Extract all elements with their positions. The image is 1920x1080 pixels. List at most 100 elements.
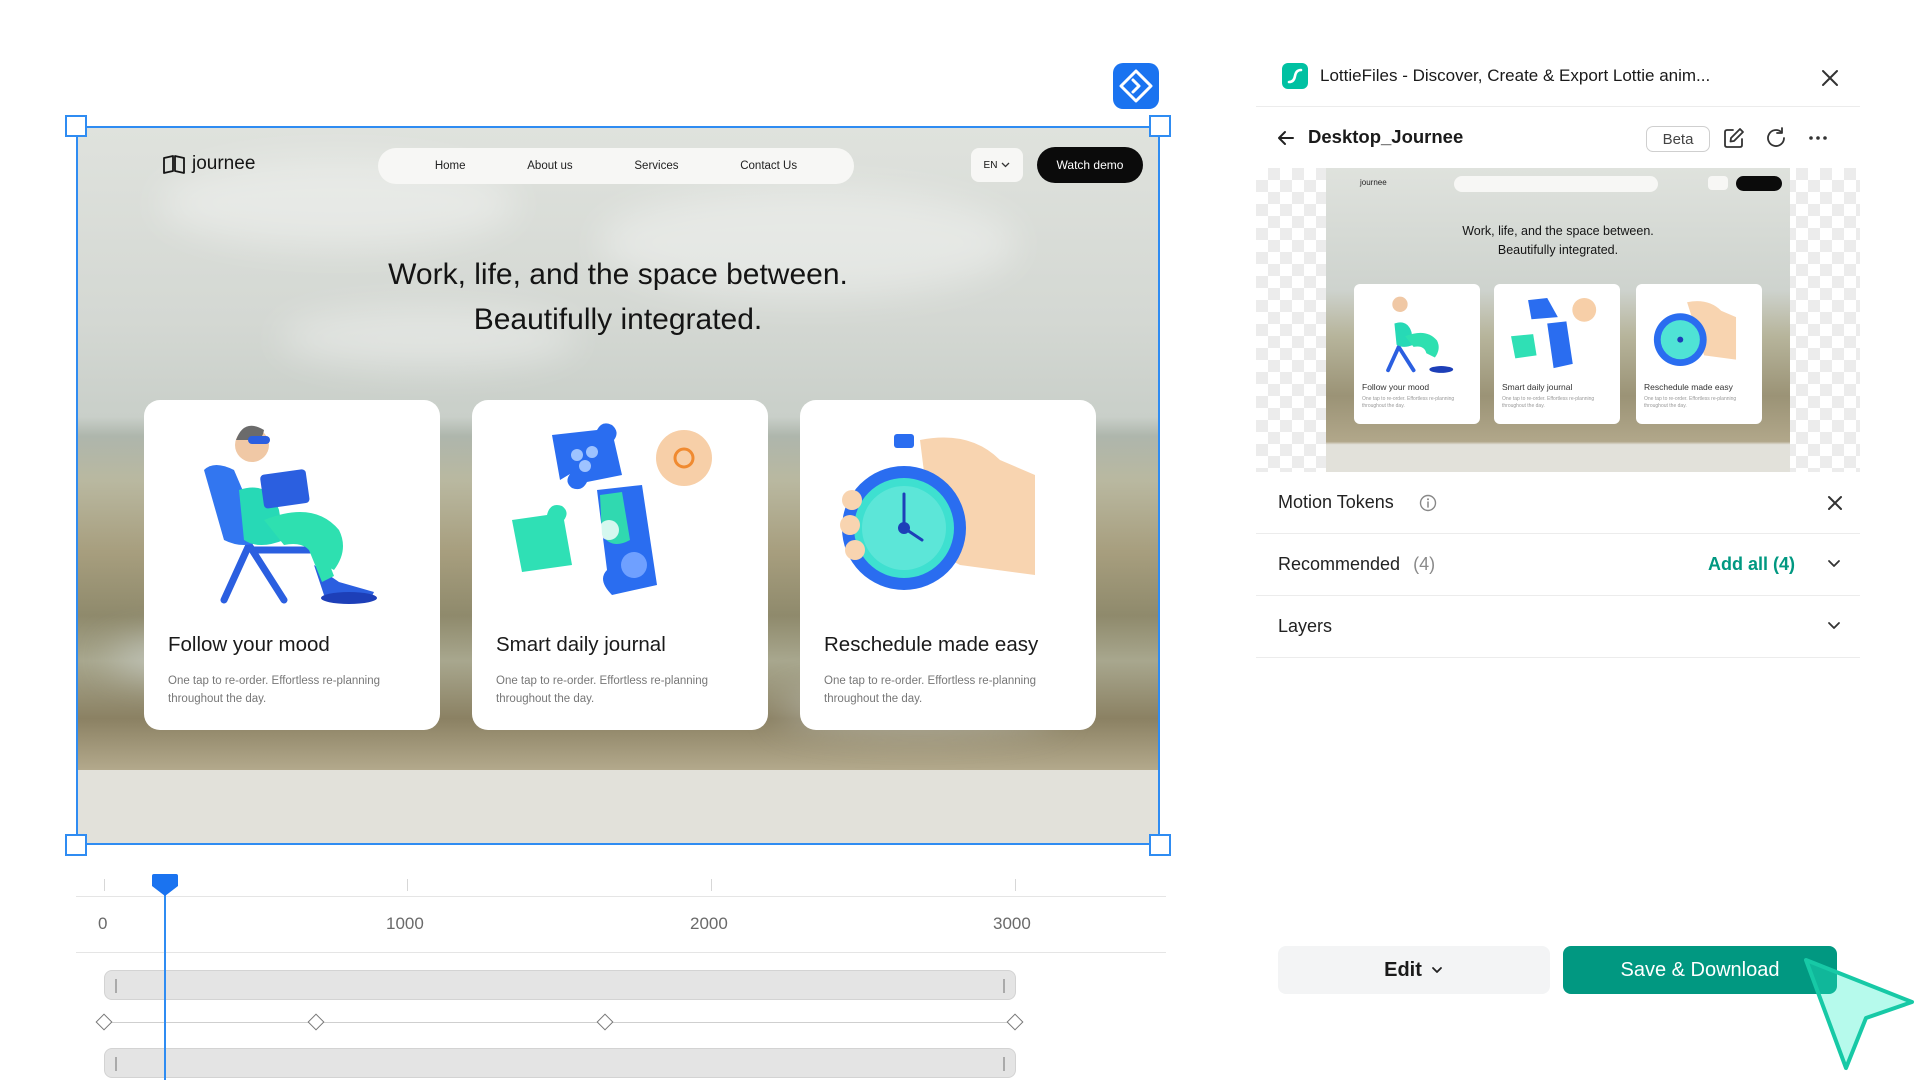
keyframe-diamond[interactable] xyxy=(95,1013,113,1031)
preview-card-description: One tap to re-order. Effortless re-plann… xyxy=(1362,396,1455,409)
feature-card-mood[interactable]: Follow your mood One tap to re-order. Ef… xyxy=(144,400,440,730)
preview-hero-line-1: Work, life, and the space between. xyxy=(1462,224,1654,238)
card-title: Smart daily journal xyxy=(496,633,666,656)
layer-track-2[interactable] xyxy=(104,1048,1016,1078)
nav-about[interactable]: About us xyxy=(527,160,572,172)
lottiefiles-logo-icon xyxy=(1282,63,1308,89)
watch-demo-button[interactable]: Watch demo xyxy=(1037,147,1143,183)
close-icon[interactable] xyxy=(1824,492,1846,514)
playhead-line[interactable] xyxy=(163,892,166,1080)
preview-card-title: Follow your mood xyxy=(1362,382,1430,392)
site-logo-text: journee xyxy=(192,153,256,174)
site-nav: Home About us Services Contact Us xyxy=(378,148,854,184)
close-icon[interactable] xyxy=(1816,64,1844,92)
timeline-ruler-line xyxy=(76,896,1166,897)
resize-handle-top-left[interactable] xyxy=(65,115,87,137)
preview-card: Reschedule made easy One tap to re-order… xyxy=(1636,284,1762,424)
preview-watch-demo xyxy=(1736,176,1782,191)
nav-home[interactable]: Home xyxy=(435,160,466,172)
preview-card: Follow your mood One tap to re-order. Ef… xyxy=(1354,284,1480,424)
preview-hero-line-2: Beautifully integrated. xyxy=(1497,243,1619,257)
artboard-desktop-journee[interactable]: journee Home About us Services Contact U… xyxy=(76,126,1160,845)
keyframe-diamond[interactable] xyxy=(1006,1013,1023,1031)
keyframe-track-line xyxy=(110,1022,1015,1023)
language-value: EN xyxy=(983,159,998,171)
resize-handle-bottom-right[interactable] xyxy=(1149,834,1171,856)
layers-label: Layers xyxy=(1278,616,1333,636)
feature-card-reschedule[interactable]: Reschedule made easy One tap to re-order… xyxy=(800,400,1096,730)
motion-tokens-row[interactable]: Motion Tokens xyxy=(1256,472,1860,534)
card-description: One tap to re-order. Effortless re-plann… xyxy=(824,675,1037,705)
preview-card-description: One tap to re-order. Effortless re-plann… xyxy=(1644,396,1737,409)
preview-card-description: One tap to re-order. Effortless re-plann… xyxy=(1502,396,1595,409)
timeline-divider xyxy=(76,952,1166,953)
nav-services[interactable]: Services xyxy=(634,160,678,172)
puzzle-pieces-illustration xyxy=(512,423,712,595)
chevron-down-icon xyxy=(1431,967,1442,973)
preview-card: Smart daily journal One tap to re-order.… xyxy=(1494,284,1620,424)
recommended-row[interactable]: Recommended (4) Add all (4) xyxy=(1256,534,1860,596)
language-select[interactable]: EN xyxy=(971,148,1023,182)
layer-track-1[interactable] xyxy=(104,970,1016,1000)
timeline-tick xyxy=(711,879,712,891)
resize-handle-bottom-left[interactable] xyxy=(65,834,87,856)
playhead-handle-icon[interactable] xyxy=(150,874,180,896)
preview-nav xyxy=(1454,176,1658,192)
recommended-text: Recommended xyxy=(1278,554,1401,574)
save-download-button[interactable]: Save & Download xyxy=(1563,946,1837,994)
panel-divider xyxy=(1256,106,1860,107)
site-logo[interactable]: journee xyxy=(162,153,255,175)
nav-contact[interactable]: Contact Us xyxy=(740,160,797,172)
refresh-icon[interactable] xyxy=(1764,126,1788,150)
keyframe-diamond[interactable] xyxy=(307,1013,325,1031)
book-icon xyxy=(163,155,185,174)
timeline-tick xyxy=(1015,879,1016,891)
panel-title: LottieFiles - Discover, Create & Export … xyxy=(1320,66,1711,85)
card-title: Follow your mood xyxy=(168,633,330,656)
mouse-pointer-icon xyxy=(1804,958,1914,1070)
timeline-tick xyxy=(104,879,105,891)
preview-frame: journee Work, life, and the space betwee… xyxy=(1326,168,1790,472)
motion-tokens-label: Motion Tokens xyxy=(1278,492,1394,512)
recommended-count: (4) xyxy=(1413,554,1436,574)
pencil-square-icon[interactable] xyxy=(1722,126,1746,150)
edit-label: Edit xyxy=(1384,958,1422,981)
card-description: One tap to re-order. Effortless re-plann… xyxy=(168,675,381,705)
person-in-chair-illustration xyxy=(204,425,377,604)
info-icon[interactable] xyxy=(1419,494,1437,512)
chevron-down-icon[interactable] xyxy=(1826,558,1842,570)
preview-card-title: Smart daily journal xyxy=(1502,382,1573,392)
timeline-tick-label: 0 xyxy=(98,914,108,933)
preview-logo: journee xyxy=(1360,178,1387,187)
file-name: Desktop_Journee xyxy=(1308,126,1464,147)
beta-badge: Beta xyxy=(1646,126,1710,152)
timeline-tick-label: 1000 xyxy=(386,914,424,933)
plugin-diamond-icon[interactable] xyxy=(1112,62,1160,110)
preview-lang xyxy=(1708,176,1728,190)
layers-row[interactable]: Layers xyxy=(1256,596,1860,658)
animation-preview[interactable]: journee Work, life, and the space betwee… xyxy=(1256,168,1860,472)
person-in-chair-illustration xyxy=(1386,296,1454,373)
card-description: One tap to re-order. Effortless re-plann… xyxy=(496,675,709,705)
hero-line-2: Beautifully integrated. xyxy=(473,303,763,336)
stopwatch-hand-illustration xyxy=(840,434,1035,590)
chevron-down-icon[interactable] xyxy=(1826,620,1842,632)
more-horizontal-icon[interactable] xyxy=(1806,126,1830,150)
hero-heading: Work, life, and the space between. Beaut… xyxy=(278,252,958,342)
preview-card-title: Reschedule made easy xyxy=(1644,382,1733,392)
timeline-tick-label: 2000 xyxy=(690,914,728,933)
feature-card-journal[interactable]: Smart daily journal One tap to re-order.… xyxy=(472,400,768,730)
resize-handle-top-right[interactable] xyxy=(1149,115,1171,137)
arrow-left-icon[interactable] xyxy=(1274,126,1298,150)
recommended-label: Recommended (4) xyxy=(1278,554,1435,575)
card-title: Reschedule made easy xyxy=(824,633,1039,656)
chevron-down-icon xyxy=(1001,162,1010,168)
preview-hero: Work, life, and the space between. Beaut… xyxy=(1406,222,1710,260)
puzzle-pieces-illustration xyxy=(1511,297,1597,369)
add-all-button[interactable]: Add all (4) xyxy=(1708,554,1795,575)
edit-dropdown-button[interactable]: Edit xyxy=(1278,946,1550,994)
hero-line-1: Work, life, and the space between. xyxy=(388,258,848,291)
keyframe-diamond[interactable] xyxy=(596,1013,614,1031)
stopwatch-hand-illustration xyxy=(1653,301,1737,367)
website-preview: journee Home About us Services Contact U… xyxy=(78,128,1158,770)
